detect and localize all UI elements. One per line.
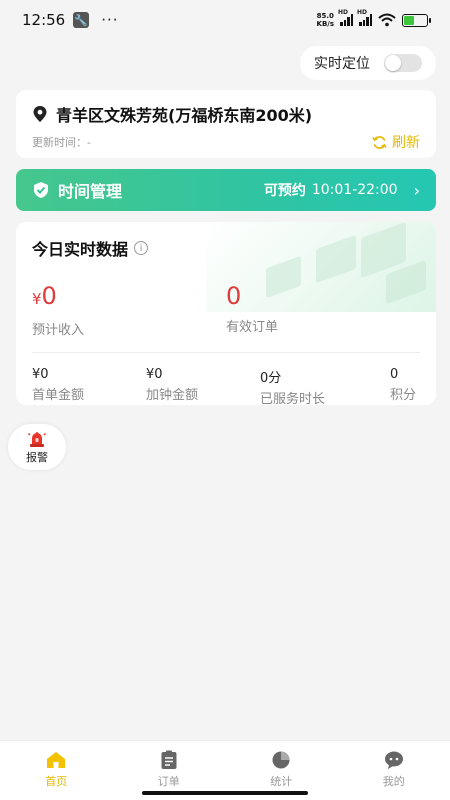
valid-orders-label: 有效订单 bbox=[226, 320, 279, 335]
network-speed-unit: KB/s bbox=[316, 20, 334, 28]
time-management-banner[interactable]: 时间管理 可预约 10:01-22:00 › bbox=[16, 169, 436, 211]
alarm-button[interactable]: 报警 bbox=[8, 424, 66, 470]
valid-orders: 0 有效订单 bbox=[226, 282, 420, 338]
stat-label: 已服务时长 bbox=[260, 392, 326, 405]
refresh-icon bbox=[372, 135, 387, 149]
currency-symbol: ¥ bbox=[32, 290, 42, 308]
bookable-time-value: 10:01-22:00 bbox=[311, 182, 398, 198]
profile-icon bbox=[384, 751, 403, 769]
tab-label: 统计 bbox=[270, 775, 293, 788]
tab-home[interactable]: 首页 bbox=[0, 741, 113, 800]
expected-income: ¥0 预计收入 bbox=[32, 282, 226, 338]
address-text: 青羊区文殊芳苑(万福桥东南200米) bbox=[56, 106, 313, 125]
realtime-location-label: 实时定位 bbox=[314, 56, 370, 72]
stat-value: 0 bbox=[390, 367, 399, 382]
toggle-knob bbox=[385, 55, 401, 71]
info-icon[interactable]: i bbox=[134, 241, 149, 255]
battery-fill bbox=[404, 15, 414, 25]
address-card: 青羊区文殊芳苑(万福桥东南200米) 更新时间：- 刷新 bbox=[16, 90, 436, 158]
tab-profile[interactable]: 我的 bbox=[338, 741, 450, 800]
location-pin-icon bbox=[33, 106, 47, 122]
wrench-icon: 🔧 bbox=[73, 12, 90, 28]
service-duration: 0分 已服务时长 bbox=[260, 367, 390, 405]
more-notifications-icon: ··· bbox=[101, 11, 119, 29]
first-order-amount: ¥0 首单金额 bbox=[32, 367, 146, 405]
signal-icon: HD bbox=[338, 9, 353, 26]
toggle-switch[interactable] bbox=[384, 54, 422, 72]
tab-label: 首页 bbox=[45, 775, 68, 788]
realtime-data-title: 今日实时数据 bbox=[32, 240, 129, 259]
refresh-button[interactable]: 刷新 bbox=[372, 132, 420, 152]
stat-value: ¥0 bbox=[146, 367, 163, 382]
stat-value: 0分 bbox=[260, 371, 282, 386]
realtime-data-card: 今日实时数据 i ¥0 预计收入 0 有效订单 ¥0 首单金额 ¥0 加钟金额 … bbox=[16, 222, 436, 405]
tab-label: 我的 bbox=[382, 775, 405, 788]
valid-orders-value: 0 bbox=[226, 282, 242, 310]
expected-income-value: 0 bbox=[41, 282, 57, 310]
alarm-label: 报警 bbox=[26, 450, 48, 464]
network-speed-value: 85.0 bbox=[316, 12, 334, 20]
update-time: 更新时间：- bbox=[32, 136, 91, 149]
stat-label: 首单金额 bbox=[32, 388, 85, 403]
battery-icon bbox=[402, 13, 431, 27]
signal-hd-tag-2: HD bbox=[357, 9, 368, 16]
stat-value: ¥0 bbox=[32, 367, 49, 382]
home-indicator bbox=[142, 791, 308, 795]
stat-label: 加钟金额 bbox=[146, 388, 199, 403]
pie-chart-icon bbox=[272, 751, 290, 769]
wifi-icon bbox=[378, 13, 396, 27]
clipboard-icon bbox=[161, 750, 177, 769]
shield-check-icon bbox=[34, 182, 48, 198]
status-indicators: 85.0 KB/s HD HD bbox=[317, 9, 431, 28]
status-bar: 12:56 🔧 ··· 85.0 KB/s HD HD bbox=[0, 0, 450, 40]
chevron-right-icon: › bbox=[413, 180, 420, 200]
points: 0 积分 bbox=[390, 367, 416, 405]
status-time: 12:56 bbox=[22, 11, 66, 29]
time-management-title: 时间管理 bbox=[58, 182, 123, 201]
divider bbox=[32, 352, 420, 353]
stat-label: 积分 bbox=[390, 388, 417, 403]
tab-label: 订单 bbox=[157, 775, 180, 788]
realtime-location-toggle[interactable]: 实时定位 bbox=[300, 46, 436, 80]
bookable-label: 可预约 bbox=[263, 183, 306, 199]
refresh-label: 刷新 bbox=[392, 135, 420, 151]
home-icon bbox=[47, 752, 66, 768]
network-speed: 85.0 KB/s bbox=[317, 12, 334, 28]
bookable-time: 可预约 10:01-22:00 › bbox=[264, 180, 420, 200]
siren-icon bbox=[27, 431, 47, 447]
signal-hd-tag: HD bbox=[338, 9, 349, 16]
signal-icon-2: HD bbox=[357, 9, 372, 26]
extra-clock-amount: ¥0 加钟金额 bbox=[146, 367, 260, 405]
expected-income-label: 预计收入 bbox=[32, 323, 85, 338]
